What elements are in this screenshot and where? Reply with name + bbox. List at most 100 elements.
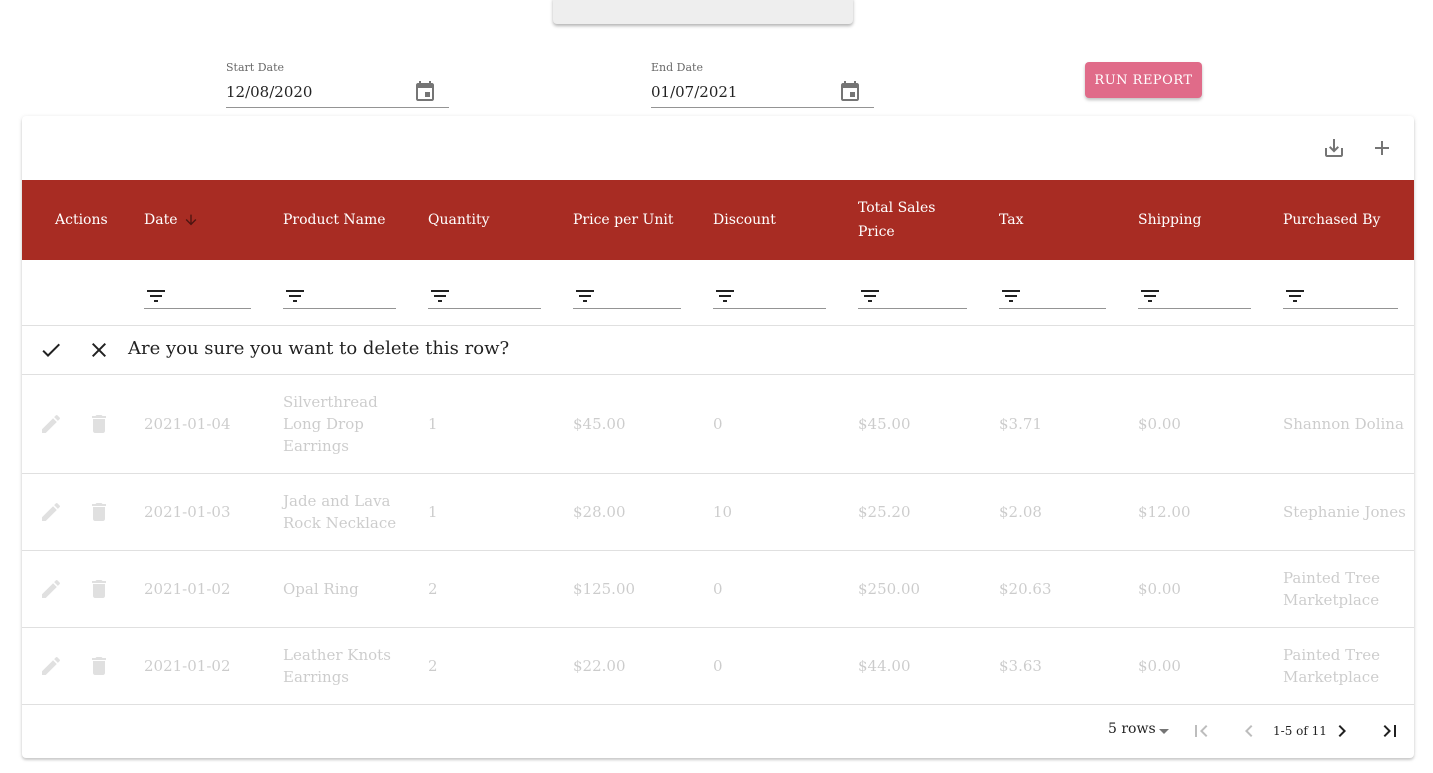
header-total-sales-price[interactable]: Total Sales Price [858,180,938,260]
start-date-label: Start Date [226,61,284,74]
cell-price-per-unit: $125.00 [573,580,636,598]
first-page-icon[interactable] [1189,719,1213,743]
edit-icon[interactable] [39,654,63,678]
filter-total-sales-price[interactable] [858,284,967,309]
start-date-value[interactable]: 12/08/2020 [226,83,312,101]
header-shipping[interactable]: Shipping [1138,180,1201,260]
table-row: 2021-01-03 Jade and Lava Rock Necklace 1… [22,474,1414,551]
edit-icon[interactable] [39,500,63,524]
end-date-label: End Date [651,61,703,74]
pagination-range: 1-5 of 11 [1273,724,1327,738]
table-toolbar [22,116,1414,180]
edit-icon[interactable] [39,412,63,436]
rows-per-page-select[interactable]: 5 rows [1108,721,1169,737]
header-actions: Actions [55,212,108,228]
filter-icon [286,290,304,302]
cell-tax: $3.71 [999,415,1042,433]
cell-total-sales-price: $25.20 [858,503,911,521]
cell-quantity: 1 [428,503,438,521]
filter-icon [1141,290,1159,302]
filter-shipping[interactable] [1138,284,1251,309]
cell-discount: 0 [713,657,723,675]
filter-icon [431,290,449,302]
rows-per-page-value: 5 rows [1108,721,1156,737]
filter-icon [576,290,594,302]
cell-price-per-unit: $45.00 [573,415,626,433]
filter-icon [861,290,879,302]
cell-discount: 0 [713,415,723,433]
delete-icon[interactable] [87,577,111,601]
cell-shipping: $0.00 [1138,657,1181,675]
check-icon[interactable] [39,338,63,362]
header-quantity[interactable]: Quantity [428,180,490,260]
cell-quantity: 2 [428,580,438,598]
sales-table: Actions Date Product Name Quantity Price… [22,116,1414,758]
cell-total-sales-price: $250.00 [858,580,921,598]
cell-tax: $20.63 [999,580,1052,598]
cell-product-name: Opal Ring [283,580,359,598]
cell-date: 2021-01-02 [144,657,231,675]
download-icon[interactable] [1322,136,1346,160]
header-price-per-unit[interactable]: Price per Unit [573,180,673,260]
add-icon[interactable] [1370,136,1394,160]
delete-confirm-row: Are you sure you want to delete this row… [22,326,1414,375]
cell-date: 2021-01-03 [144,503,231,521]
filter-quantity[interactable] [428,284,541,309]
filter-discount[interactable] [713,284,826,309]
cell-quantity: 2 [428,657,438,675]
cell-date: 2021-01-02 [144,580,231,598]
filter-tax[interactable] [999,284,1106,309]
run-report-button[interactable]: RUN REPORT [1085,62,1202,98]
calendar-icon[interactable] [413,80,437,104]
header-discount[interactable]: Discount [713,180,776,260]
cell-product-name: Silverthread Long Drop Earrings [283,393,378,455]
filter-date[interactable] [144,284,251,309]
cell-shipping: $0.00 [1138,580,1181,598]
header-tax[interactable]: Tax [999,180,1024,260]
start-date-field[interactable]: Start Date 12/08/2020 [226,58,449,108]
filter-product-name[interactable] [283,284,396,309]
next-page-icon[interactable] [1330,719,1354,743]
header-purchased-by[interactable]: Purchased By [1283,180,1380,260]
calendar-icon[interactable] [838,80,862,104]
filter-icon [147,290,165,302]
cell-product-name: Leather Knots Earrings [283,646,391,686]
cell-price-per-unit: $22.00 [573,657,626,675]
filter-icon [716,290,734,302]
header-date[interactable]: Date [144,180,199,260]
header-product-name[interactable]: Product Name [283,180,386,260]
arrow-down-icon[interactable] [183,212,199,228]
end-date-value[interactable]: 01/07/2021 [651,83,737,101]
cell-product-name: Jade and Lava Rock Necklace [283,492,397,532]
table-row: 2021-01-02 Opal Ring 2 $125.00 0 $250.00… [22,551,1414,628]
header-date-label: Date [144,212,178,228]
cell-tax: $2.08 [999,503,1042,521]
cell-tax: $3.63 [999,657,1042,675]
last-page-icon[interactable] [1378,719,1402,743]
filter-price-per-unit[interactable] [573,284,681,309]
dropdown-arrow-icon [1159,729,1169,734]
filter-icon [1286,290,1304,302]
cell-purchased-by: Shannon Dolina [1283,415,1404,433]
cell-discount: 10 [713,503,733,521]
cell-shipping: $0.00 [1138,415,1181,433]
filter-icon [1002,290,1020,302]
end-date-field[interactable]: End Date 01/07/2021 [651,58,874,108]
delete-icon[interactable] [87,654,111,678]
delete-icon[interactable] [87,500,111,524]
filter-purchased-by[interactable] [1283,284,1398,309]
top-panel [553,0,853,24]
close-icon[interactable] [87,338,111,362]
edit-icon[interactable] [39,577,63,601]
cell-shipping: $12.00 [1138,503,1191,521]
table-header-row: Actions Date Product Name Quantity Price… [22,180,1414,260]
cell-total-sales-price: $44.00 [858,657,911,675]
cell-purchased-by: Painted Tree Marketplace [1283,646,1381,686]
delete-icon[interactable] [87,412,111,436]
cell-date: 2021-01-04 [144,415,231,433]
previous-page-icon[interactable] [1237,719,1261,743]
cell-purchased-by: Stephanie Jones [1283,503,1406,521]
cell-price-per-unit: $28.00 [573,503,626,521]
filter-row [22,260,1414,326]
cell-quantity: 1 [428,415,438,433]
